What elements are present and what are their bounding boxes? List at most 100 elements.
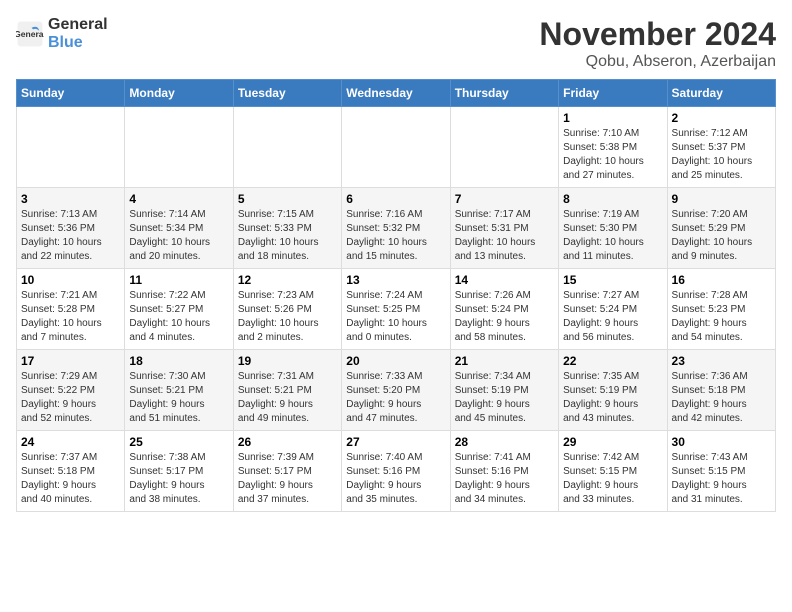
- svg-text:General: General: [16, 29, 44, 39]
- weekday-header: Wednesday: [342, 80, 450, 107]
- day-number: 20: [346, 354, 445, 368]
- calendar-cell: [233, 107, 341, 188]
- calendar-cell: 11 Sunrise: 7:22 AM Sunset: 5:27 PM Dayli…: [125, 269, 233, 350]
- calendar-cell: 30 Sunrise: 7:43 AM Sunset: 5:15 PM Dayli…: [667, 431, 775, 512]
- day-info: Sunrise: 7:20 AM Sunset: 5:29 PM Dayligh…: [672, 208, 771, 264]
- day-number: 17: [21, 354, 120, 368]
- day-info: Sunrise: 7:31 AM Sunset: 5:21 PM Dayligh…: [238, 370, 337, 426]
- day-number: 1: [563, 111, 662, 125]
- calendar-week-row: 1 Sunrise: 7:10 AM Sunset: 5:38 PM Daylig…: [17, 107, 776, 188]
- calendar-cell: 18Sunrise: 7:30 AM Sunset: 5:21 PM Dayli…: [125, 350, 233, 431]
- day-info: Sunrise: 7:41 AM Sunset: 5:16 PM Dayligh…: [455, 451, 554, 507]
- day-info: Sunrise: 7:19 AM Sunset: 5:30 PM Dayligh…: [563, 208, 662, 264]
- day-number: 16: [672, 273, 771, 287]
- weekday-header: Friday: [559, 80, 667, 107]
- calendar-cell: [125, 107, 233, 188]
- logo-text: General Blue: [48, 16, 108, 52]
- day-info: Sunrise: 7:39 AM Sunset: 5:17 PM Dayligh…: [238, 451, 337, 507]
- calendar-cell: 14Sunrise: 7:26 AM Sunset: 5:24 PM Dayli…: [450, 269, 558, 350]
- day-number: 11: [129, 273, 228, 287]
- calendar-week-row: 10 Sunrise: 7:21 AM Sunset: 5:28 PM Dayli…: [17, 269, 776, 350]
- weekday-header-row: SundayMondayTuesdayWednesdayThursdayFrid…: [17, 80, 776, 107]
- location-subtitle: Qobu, Abseron, Azerbaijan: [539, 53, 776, 71]
- calendar-cell: 29Sunrise: 7:42 AM Sunset: 5:15 PM Dayli…: [559, 431, 667, 512]
- calendar-week-row: 24Sunrise: 7:37 AM Sunset: 5:18 PM Dayli…: [17, 431, 776, 512]
- calendar-cell: 20 Sunrise: 7:33 AM Sunset: 5:20 PM Dayli…: [342, 350, 450, 431]
- day-info: Sunrise: 7:23 AM Sunset: 5:26 PM Dayligh…: [238, 289, 337, 345]
- calendar-cell: [450, 107, 558, 188]
- logo: General General Blue: [16, 16, 108, 52]
- weekday-header: Monday: [125, 80, 233, 107]
- calendar-cell: [17, 107, 125, 188]
- day-number: 14: [455, 273, 554, 287]
- day-info: Sunrise: 7:34 AM Sunset: 5:19 PM Dayligh…: [455, 370, 554, 426]
- calendar-cell: 25 Sunrise: 7:38 AM Sunset: 5:17 PM Dayli…: [125, 431, 233, 512]
- calendar-cell: 8 Sunrise: 7:19 AM Sunset: 5:30 PM Daylig…: [559, 188, 667, 269]
- calendar-cell: 2Sunrise: 7:12 AM Sunset: 5:37 PM Daylig…: [667, 107, 775, 188]
- day-number: 19: [238, 354, 337, 368]
- day-number: 22: [563, 354, 662, 368]
- day-info: Sunrise: 7:33 AM Sunset: 5:20 PM Dayligh…: [346, 370, 445, 426]
- day-info: Sunrise: 7:12 AM Sunset: 5:37 PM Dayligh…: [672, 127, 771, 183]
- day-number: 12: [238, 273, 337, 287]
- day-info: Sunrise: 7:22 AM Sunset: 5:27 PM Dayligh…: [129, 289, 228, 345]
- calendar-table: SundayMondayTuesdayWednesdayThursdayFrid…: [16, 79, 776, 512]
- day-info: Sunrise: 7:13 AM Sunset: 5:36 PM Dayligh…: [21, 208, 120, 264]
- calendar-cell: 22 Sunrise: 7:35 AM Sunset: 5:19 PM Dayli…: [559, 350, 667, 431]
- day-info: Sunrise: 7:16 AM Sunset: 5:32 PM Dayligh…: [346, 208, 445, 264]
- day-number: 24: [21, 435, 120, 449]
- calendar-week-row: 3 Sunrise: 7:13 AM Sunset: 5:36 PM Daylig…: [17, 188, 776, 269]
- day-number: 9: [672, 192, 771, 206]
- calendar-cell: 3 Sunrise: 7:13 AM Sunset: 5:36 PM Daylig…: [17, 188, 125, 269]
- calendar-cell: 27Sunrise: 7:40 AM Sunset: 5:16 PM Dayli…: [342, 431, 450, 512]
- calendar-cell: 24Sunrise: 7:37 AM Sunset: 5:18 PM Dayli…: [17, 431, 125, 512]
- calendar-cell: [342, 107, 450, 188]
- calendar-cell: 23Sunrise: 7:36 AM Sunset: 5:18 PM Dayli…: [667, 350, 775, 431]
- day-info: Sunrise: 7:29 AM Sunset: 5:22 PM Dayligh…: [21, 370, 120, 426]
- calendar-cell: 5 Sunrise: 7:15 AM Sunset: 5:33 PM Daylig…: [233, 188, 341, 269]
- title-block: November 2024 Qobu, Abseron, Azerbaijan: [539, 16, 776, 71]
- day-info: Sunrise: 7:21 AM Sunset: 5:28 PM Dayligh…: [21, 289, 120, 345]
- calendar-cell: 9 Sunrise: 7:20 AM Sunset: 5:29 PM Daylig…: [667, 188, 775, 269]
- day-info: Sunrise: 7:28 AM Sunset: 5:23 PM Dayligh…: [672, 289, 771, 345]
- day-number: 8: [563, 192, 662, 206]
- day-number: 27: [346, 435, 445, 449]
- day-number: 30: [672, 435, 771, 449]
- day-number: 28: [455, 435, 554, 449]
- calendar-cell: 16 Sunrise: 7:28 AM Sunset: 5:23 PM Dayli…: [667, 269, 775, 350]
- calendar-cell: 10 Sunrise: 7:21 AM Sunset: 5:28 PM Dayli…: [17, 269, 125, 350]
- month-title: November 2024: [539, 16, 776, 53]
- calendar-cell: 15 Sunrise: 7:27 AM Sunset: 5:24 PM Dayli…: [559, 269, 667, 350]
- day-info: Sunrise: 7:27 AM Sunset: 5:24 PM Dayligh…: [563, 289, 662, 345]
- day-number: 4: [129, 192, 228, 206]
- day-info: Sunrise: 7:43 AM Sunset: 5:15 PM Dayligh…: [672, 451, 771, 507]
- calendar-cell: 28 Sunrise: 7:41 AM Sunset: 5:16 PM Dayli…: [450, 431, 558, 512]
- day-number: 5: [238, 192, 337, 206]
- calendar-cell: 21 Sunrise: 7:34 AM Sunset: 5:19 PM Dayli…: [450, 350, 558, 431]
- day-number: 21: [455, 354, 554, 368]
- day-info: Sunrise: 7:17 AM Sunset: 5:31 PM Dayligh…: [455, 208, 554, 264]
- logo-icon: General: [16, 20, 44, 48]
- calendar-cell: 7Sunrise: 7:17 AM Sunset: 5:31 PM Daylig…: [450, 188, 558, 269]
- calendar-cell: 26 Sunrise: 7:39 AM Sunset: 5:17 PM Dayli…: [233, 431, 341, 512]
- weekday-header: Thursday: [450, 80, 558, 107]
- day-number: 26: [238, 435, 337, 449]
- calendar-cell: 1 Sunrise: 7:10 AM Sunset: 5:38 PM Daylig…: [559, 107, 667, 188]
- day-info: Sunrise: 7:38 AM Sunset: 5:17 PM Dayligh…: [129, 451, 228, 507]
- day-number: 18: [129, 354, 228, 368]
- day-info: Sunrise: 7:35 AM Sunset: 5:19 PM Dayligh…: [563, 370, 662, 426]
- day-number: 29: [563, 435, 662, 449]
- weekday-header: Saturday: [667, 80, 775, 107]
- day-number: 3: [21, 192, 120, 206]
- day-number: 25: [129, 435, 228, 449]
- calendar-cell: 17 Sunrise: 7:29 AM Sunset: 5:22 PM Dayli…: [17, 350, 125, 431]
- day-info: Sunrise: 7:36 AM Sunset: 5:18 PM Dayligh…: [672, 370, 771, 426]
- day-info: Sunrise: 7:24 AM Sunset: 5:25 PM Dayligh…: [346, 289, 445, 345]
- page-header: General General Blue November 2024 Qobu,…: [16, 16, 776, 71]
- day-info: Sunrise: 7:15 AM Sunset: 5:33 PM Dayligh…: [238, 208, 337, 264]
- day-number: 10: [21, 273, 120, 287]
- day-number: 6: [346, 192, 445, 206]
- day-info: Sunrise: 7:10 AM Sunset: 5:38 PM Dayligh…: [563, 127, 662, 183]
- day-info: Sunrise: 7:14 AM Sunset: 5:34 PM Dayligh…: [129, 208, 228, 264]
- day-number: 15: [563, 273, 662, 287]
